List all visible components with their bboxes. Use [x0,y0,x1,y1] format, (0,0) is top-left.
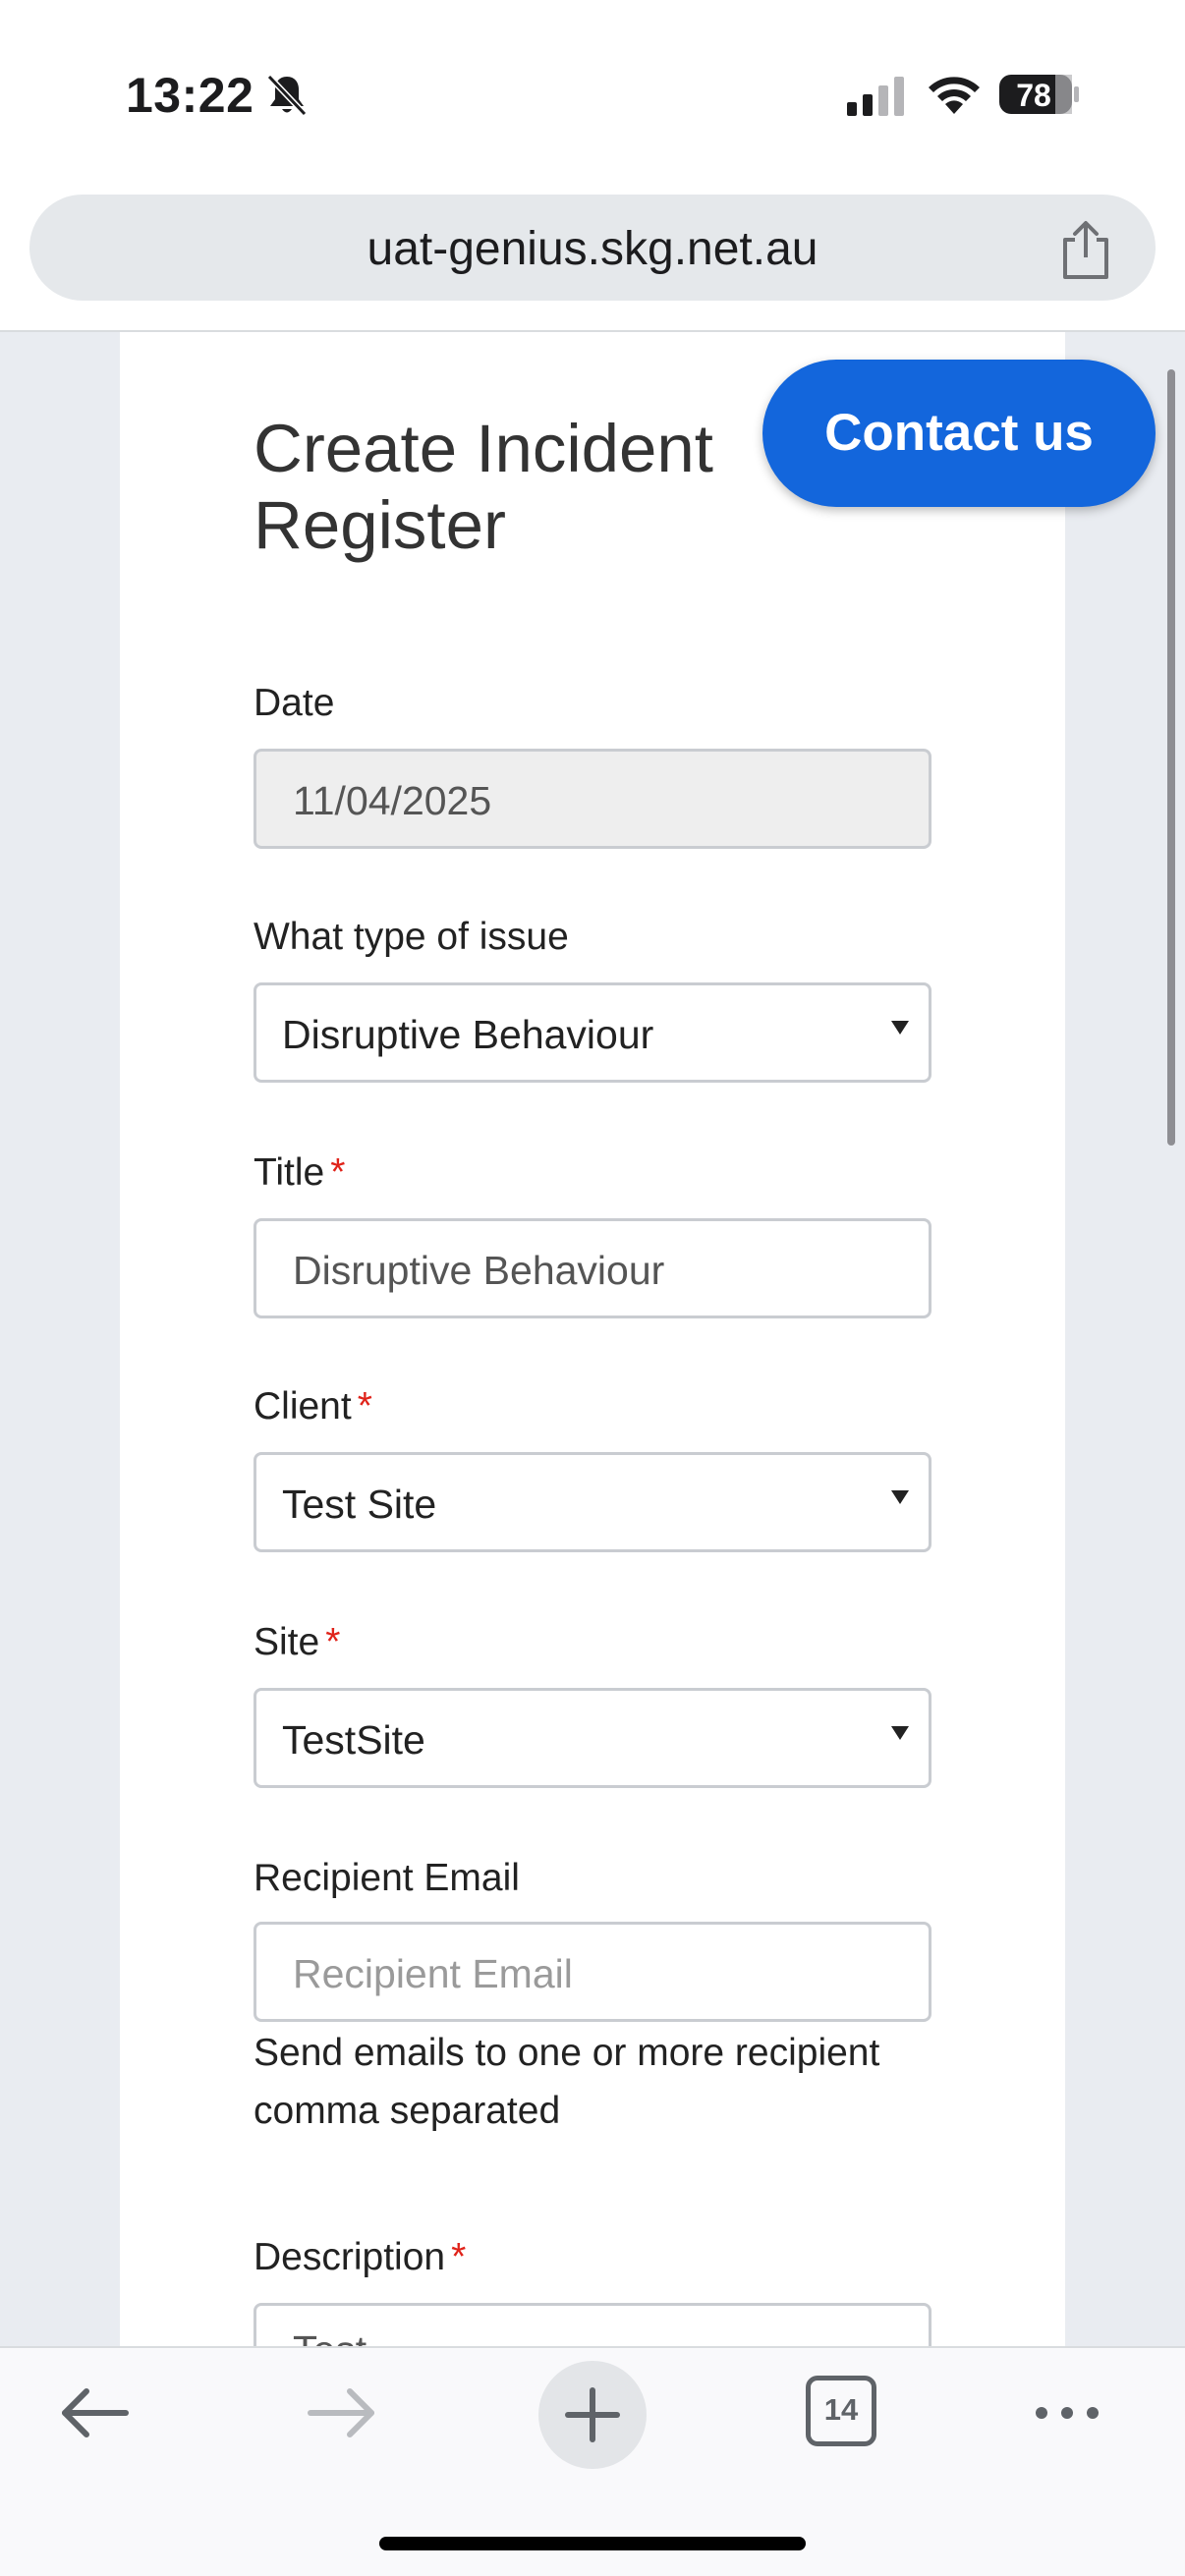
date-field: 11/04/2025 [254,749,931,849]
date-value: 11/04/2025 [293,778,492,823]
description-label-text: Description [254,2236,446,2278]
required-marker: * [357,1385,372,1428]
wifi-icon [929,77,980,114]
issue-type-label: What type of issue [254,916,569,959]
title-value: Disruptive Behaviour [293,1248,665,1293]
status-time: 13:22 [126,68,254,123]
recipient-email-label: Recipient Email [254,1857,520,1900]
recipient-email-input[interactable]: Recipient Email [254,1922,931,2022]
site-select[interactable]: TestSite [254,1688,931,1788]
forward-arrow-icon[interactable] [305,2383,379,2442]
address-bar[interactable]: uat-genius.skg.net.au [29,195,1156,301]
contact-us-button[interactable]: Contact us [762,360,1156,507]
dropdown-caret-icon [891,1490,909,1504]
title-input[interactable]: Disruptive Behaviour [254,1218,931,1318]
bell-slash-icon [266,74,308,117]
client-value: Test Site [282,1482,437,1527]
battery-icon: 78 [998,73,1081,116]
dropdown-caret-icon [891,1726,909,1740]
tabs-button[interactable]: 14 [806,2376,876,2446]
date-label-text: Date [254,682,335,724]
new-tab-button[interactable] [538,2361,647,2469]
description-label: Description * [254,2236,466,2279]
date-label: Date [254,682,334,725]
required-marker: * [451,2236,467,2278]
site-label-text: Site [254,1621,320,1663]
share-icon[interactable] [1053,218,1118,283]
issue-type-select[interactable]: Disruptive Behaviour [254,982,931,1083]
recipient-email-placeholder: Recipient Email [293,1951,573,1996]
issue-type-label-text: What type of issue [254,916,569,958]
recipient-email-label-text: Recipient Email [254,1857,520,1899]
status-bar: 13:22 78 [0,0,1185,187]
site-value: TestSite [282,1717,425,1763]
more-icon[interactable] [1032,2393,1102,2433]
required-marker: * [325,1621,341,1663]
battery-level: 78 [1016,78,1051,113]
client-label: Client * [254,1385,372,1428]
url-text[interactable]: uat-genius.skg.net.au [29,222,1156,276]
plus-icon [565,2387,620,2442]
back-arrow-icon[interactable] [57,2383,132,2442]
tab-count: 14 [823,2392,859,2427]
client-label-text: Client [254,1385,352,1428]
title-label-text: Title [254,1151,325,1194]
home-indicator[interactable] [379,2537,806,2550]
scrollbar-thumb[interactable] [1167,369,1175,1146]
client-select[interactable]: Test Site [254,1452,931,1552]
recipient-email-helper: Send emails to one or more recipient com… [254,2032,880,2132]
required-marker: * [330,1151,346,1194]
page-title: Create Incident Register [254,411,713,563]
cellular-signal-icon [847,77,904,116]
site-label: Site * [254,1621,340,1664]
issue-type-value: Disruptive Behaviour [282,1012,654,1057]
dropdown-caret-icon [891,1021,909,1035]
title-label: Title * [254,1151,345,1195]
